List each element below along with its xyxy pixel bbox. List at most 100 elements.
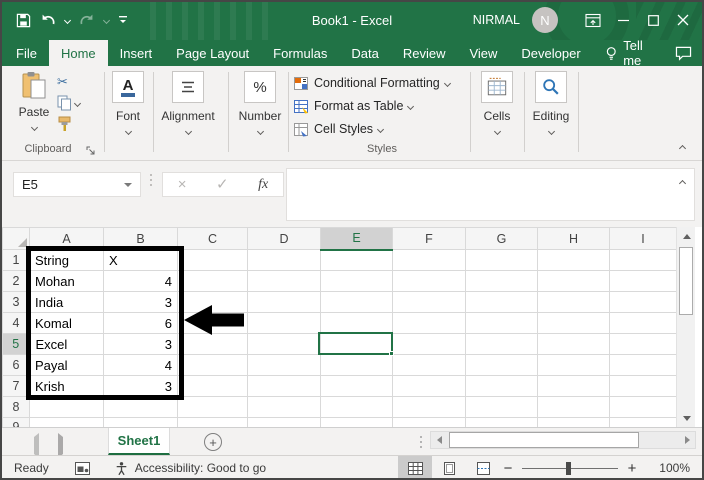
cell[interactable] <box>609 291 677 313</box>
cell[interactable] <box>609 312 677 334</box>
tab-data[interactable]: Data <box>339 40 390 66</box>
copy-button[interactable] <box>57 94 82 112</box>
cell[interactable] <box>247 354 321 376</box>
font-group-button[interactable]: A Font <box>95 71 161 137</box>
cell[interactable] <box>247 417 321 427</box>
insert-function-button[interactable]: fx <box>258 177 268 193</box>
cell[interactable] <box>609 270 677 292</box>
tab-review[interactable]: Review <box>391 40 458 66</box>
cell[interactable] <box>465 333 538 355</box>
cell[interactable] <box>392 396 466 418</box>
conditional-formatting-button[interactable]: Conditional Formatting <box>294 74 451 92</box>
zoom-slider[interactable] <box>522 461 618 475</box>
tab-page-layout[interactable]: Page Layout <box>164 40 261 66</box>
cell[interactable] <box>392 354 466 376</box>
format-as-table-button[interactable]: Format as Table <box>294 97 415 115</box>
cell[interactable] <box>320 354 393 376</box>
cell[interactable] <box>465 396 538 418</box>
cell[interactable] <box>247 396 321 418</box>
cell[interactable] <box>537 312 610 334</box>
cell[interactable] <box>537 417 610 427</box>
cell[interactable] <box>247 249 321 271</box>
customize-quick-access-button[interactable] <box>116 7 130 33</box>
cell[interactable] <box>320 249 393 271</box>
cell[interactable] <box>537 249 610 271</box>
column-header-g[interactable]: G <box>465 227 538 250</box>
formula-bar-expand-icon[interactable] <box>678 179 687 188</box>
cell[interactable] <box>177 375 248 397</box>
tab-insert[interactable]: Insert <box>108 40 165 66</box>
column-header-d[interactable]: D <box>247 227 321 250</box>
cell[interactable] <box>537 396 610 418</box>
zoom-in-button[interactable]: + <box>624 460 640 477</box>
accessibility-status[interactable]: Accessibility: Good to go <box>114 461 266 476</box>
cell[interactable] <box>392 417 466 427</box>
paste-button[interactable]: Paste <box>12 71 56 143</box>
cell[interactable] <box>609 396 677 418</box>
name-box[interactable]: E5 <box>13 172 141 197</box>
tab-developer[interactable]: Developer <box>509 40 592 66</box>
cell[interactable] <box>609 375 677 397</box>
cell[interactable] <box>465 291 538 313</box>
redo-dropdown[interactable] <box>102 7 111 33</box>
avatar[interactable]: N <box>532 7 558 33</box>
cell[interactable] <box>392 270 466 292</box>
sheet-tab-sheet1[interactable]: Sheet1 <box>108 428 170 455</box>
editing-group-button[interactable]: Editing <box>518 71 584 137</box>
undo-button[interactable] <box>38 7 58 33</box>
cell[interactable] <box>247 270 321 292</box>
cell[interactable] <box>537 354 610 376</box>
cell[interactable] <box>465 354 538 376</box>
cell[interactable] <box>465 249 538 271</box>
cell[interactable] <box>609 417 677 427</box>
cell[interactable] <box>320 417 393 427</box>
cell-styles-button[interactable]: Cell Styles <box>294 120 385 138</box>
cell[interactable] <box>537 333 610 355</box>
cell[interactable] <box>247 375 321 397</box>
ribbon-display-options-button[interactable] <box>578 0 608 40</box>
cell[interactable] <box>247 333 321 355</box>
tab-file[interactable]: File <box>4 40 49 66</box>
new-sheet-button[interactable]: + <box>204 433 222 451</box>
cell[interactable] <box>609 333 677 355</box>
cell[interactable] <box>392 375 466 397</box>
vertical-scrollbar-thumb[interactable] <box>679 247 693 315</box>
column-header-e[interactable]: E <box>320 227 393 251</box>
cell[interactable] <box>320 375 393 397</box>
format-painter-button[interactable] <box>57 115 72 133</box>
cell[interactable] <box>29 417 104 427</box>
scroll-up-button[interactable] <box>677 227 696 245</box>
enter-button[interactable]: ✓ <box>216 177 229 192</box>
column-header-i[interactable]: I <box>609 227 677 250</box>
cell[interactable] <box>247 291 321 313</box>
cell[interactable] <box>247 312 321 334</box>
zoom-level[interactable]: 100% <box>648 461 690 475</box>
zoom-slider-thumb[interactable] <box>566 461 571 475</box>
column-header-h[interactable]: H <box>537 227 610 250</box>
tell-me-box[interactable]: Tell me <box>593 38 675 68</box>
name-box-dropdown-icon[interactable] <box>124 183 132 187</box>
page-layout-view-button[interactable] <box>432 456 466 480</box>
normal-view-button[interactable] <box>398 456 432 480</box>
horizontal-scrollbar-thumb[interactable] <box>449 432 639 448</box>
cell[interactable] <box>609 354 677 376</box>
cell[interactable] <box>320 270 393 292</box>
tab-formulas[interactable]: Formulas <box>261 40 339 66</box>
cell[interactable] <box>465 375 538 397</box>
undo-dropdown[interactable] <box>63 7 72 33</box>
cell[interactable] <box>392 312 466 334</box>
cell[interactable] <box>103 417 178 427</box>
cell[interactable] <box>465 270 538 292</box>
vertical-scrollbar[interactable] <box>676 227 695 427</box>
cell[interactable] <box>537 291 610 313</box>
page-break-preview-button[interactable] <box>466 456 500 480</box>
save-button[interactable] <box>14 7 33 33</box>
maximize-button[interactable] <box>638 0 668 40</box>
cell[interactable] <box>609 249 677 271</box>
cell[interactable] <box>177 417 248 427</box>
cell[interactable] <box>177 270 248 292</box>
row-header-9[interactable]: 9 <box>2 417 30 427</box>
scroll-down-button[interactable] <box>677 409 696 427</box>
collapse-ribbon-button[interactable] <box>674 142 690 154</box>
horizontal-scrollbar[interactable] <box>430 431 696 449</box>
